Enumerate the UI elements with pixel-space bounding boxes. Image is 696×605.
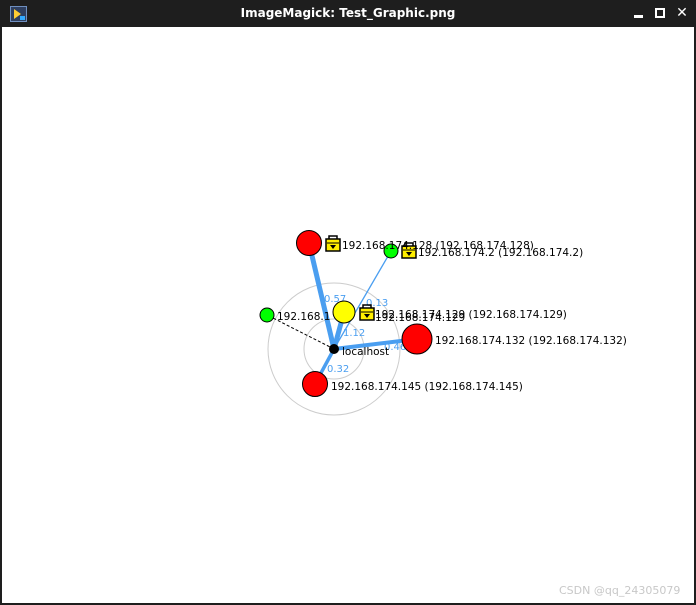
maximize-button[interactable] (651, 4, 669, 22)
imagemagick-window: ImageMagick: Test_Graphic.png ✕ 0.57 0.1… (0, 0, 696, 605)
maximize-icon (655, 8, 665, 18)
node-128[interactable] (296, 230, 322, 256)
image-canvas[interactable]: 0.57 0.13 1.12 0.46 0.32 192.168.174.128… (2, 27, 694, 603)
edge-label-129: 1.12 (343, 328, 365, 339)
node-145[interactable] (302, 371, 328, 397)
close-icon: ✕ (676, 5, 688, 21)
node-localhost[interactable] (329, 344, 339, 354)
node-1[interactable] (259, 307, 275, 323)
csdn-watermark: CSDN @qq_24305079 (559, 584, 681, 597)
node-label-1: 192.168.1 (277, 311, 330, 323)
minimize-icon (634, 15, 643, 18)
edge-label-145: 0.32 (327, 364, 349, 375)
node-label-145: 192.168.174.145 (192.168.174.145) (331, 381, 523, 393)
close-button[interactable]: ✕ (673, 4, 691, 22)
lock-icon (359, 304, 375, 321)
node-label-132: 192.168.174.132 (192.168.174.132) (435, 335, 627, 347)
minimize-button[interactable] (630, 4, 648, 22)
window-title: ImageMagick: Test_Graphic.png (240, 6, 456, 20)
title-bar[interactable]: ImageMagick: Test_Graphic.png ✕ (0, 0, 696, 27)
node-129[interactable] (332, 300, 356, 324)
node-132[interactable] (401, 323, 433, 355)
localhost-label: localhost (342, 346, 389, 358)
node-label-2: 192.168.174.2 (192.168.174.2) (418, 247, 583, 259)
node-label-129-overlap: 192.168.174.129 (375, 312, 465, 324)
lock-icon (325, 235, 341, 252)
network-graph: 0.57 0.13 1.12 0.46 0.32 192.168.174.128… (259, 230, 627, 416)
